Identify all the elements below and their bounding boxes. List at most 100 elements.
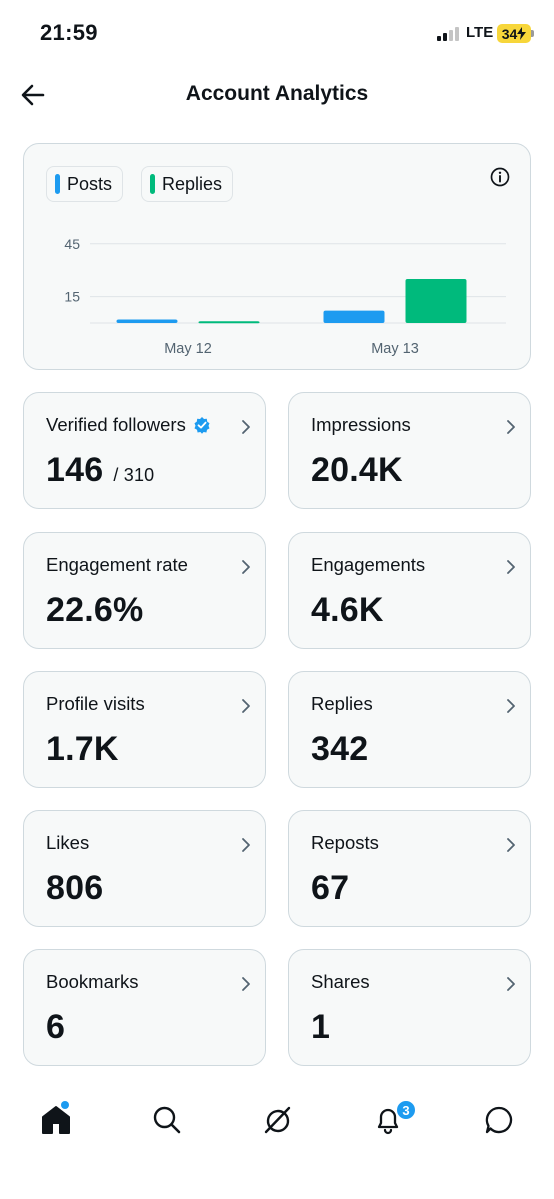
y-tick-label: 45 [64, 236, 80, 252]
stat-value: 20.4K [311, 451, 403, 490]
battery-tip [531, 30, 534, 37]
stat-label: Impressions [311, 414, 411, 436]
legend-replies[interactable]: Replies [141, 166, 234, 202]
stat-value-text: 146 [46, 451, 104, 489]
x-tick-label: May 12 [164, 341, 212, 357]
stat-sub-value: / 310 [113, 465, 155, 485]
stat-card-engagements[interactable]: Engagements 4.6K [288, 532, 531, 649]
stat-value: 146 / 310 [46, 451, 154, 490]
notifications-badge: 3 [395, 1099, 417, 1121]
bottom-nav [0, 1080, 554, 1160]
chevron-right-icon [242, 838, 250, 852]
chevron-right-icon [242, 699, 250, 713]
charging-icon [517, 27, 527, 40]
signal-icon [437, 27, 461, 41]
stat-label-text: Engagements [311, 554, 426, 575]
y-tick-label: 15 [64, 289, 80, 305]
stat-label-text: Bookmarks [46, 971, 139, 992]
chevron-right-icon [242, 560, 250, 574]
replies-swatch [150, 174, 155, 194]
stat-card-replies[interactable]: Replies 342 [288, 671, 531, 788]
stat-label-text: Likes [46, 832, 90, 853]
stat-label-text: Profile visits [46, 693, 145, 714]
stat-value-text: 806 [46, 869, 104, 907]
stat-value: 806 [46, 869, 103, 908]
battery-level: 34 [501, 25, 518, 42]
verified-badge-icon [194, 417, 210, 434]
stat-value-text: 1.7K [46, 730, 119, 768]
status-time: 21:59 [40, 20, 98, 45]
chevron-right-icon [507, 560, 515, 574]
stat-label: Shares [311, 971, 370, 993]
chevron-right-icon [242, 977, 250, 991]
nav-home[interactable] [38, 1102, 74, 1138]
chevron-right-icon [507, 838, 515, 852]
stat-label-text: Reposts [311, 832, 379, 853]
posts-swatch [55, 174, 60, 194]
search-icon [153, 1106, 181, 1134]
chevron-right-icon [507, 420, 515, 434]
stat-value: 67 [311, 869, 349, 908]
stat-label: Engagement rate [46, 554, 188, 576]
x-tick-label: May 13 [371, 341, 419, 357]
stat-card-profile-visits[interactable]: Profile visits 1.7K [23, 671, 266, 788]
stat-card-verified-followers[interactable]: Verified followers 146 / 310 [23, 392, 266, 509]
stat-label: Profile visits [46, 693, 145, 715]
legend-posts[interactable]: Posts [46, 166, 124, 202]
home-icon [42, 1106, 70, 1134]
stat-label: Verified followers [46, 414, 211, 436]
stat-value-text: 67 [311, 869, 350, 907]
stat-label-text: Verified followers [46, 414, 186, 435]
stat-value-text: 4.6K [311, 591, 384, 629]
stat-value-text: 6 [46, 1008, 66, 1046]
stat-value: 6 [46, 1008, 65, 1047]
legend-posts-label: Posts [67, 173, 113, 194]
stat-label: Likes [46, 832, 89, 854]
bar-posts-1[interactable] [323, 310, 385, 323]
bar-chart: 45 15 May 12 May 13 [64, 236, 506, 357]
info-icon[interactable] [489, 166, 511, 188]
status-bar: 21:59 LTE 34 [0, 0, 554, 66]
stat-label-text: Engagement rate [46, 554, 188, 575]
stat-label: Engagements [311, 554, 425, 576]
stat-value: 4.6K [311, 591, 384, 630]
header: Account Analytics [0, 66, 554, 124]
bar-posts-0[interactable] [116, 319, 178, 323]
nav-search[interactable] [149, 1102, 185, 1138]
stat-card-shares[interactable]: Shares 1 [288, 949, 531, 1066]
messages-icon [485, 1106, 513, 1134]
chevron-right-icon [507, 699, 515, 713]
stat-label: Replies [311, 693, 373, 715]
bar-replies-1[interactable] [405, 279, 467, 323]
stat-value: 1.7K [46, 730, 119, 769]
stat-value-text: 22.6% [46, 591, 144, 629]
stat-label-text: Replies [311, 693, 373, 714]
stat-value-text: 1 [311, 1008, 331, 1046]
stat-card-bookmarks[interactable]: Bookmarks 6 [23, 949, 266, 1066]
bar-replies-0[interactable] [198, 321, 260, 324]
stat-value: 1 [311, 1008, 330, 1047]
nav-messages[interactable] [481, 1102, 517, 1138]
battery-icon: 34 [497, 24, 531, 43]
stat-value: 342 [311, 730, 368, 769]
network-type: LTE [466, 24, 494, 41]
stat-value-text: 20.4K [311, 451, 403, 489]
stat-card-reposts[interactable]: Reposts 67 [288, 810, 531, 927]
stat-card-likes[interactable]: Likes 806 [23, 810, 266, 927]
stat-value: 22.6% [46, 591, 143, 630]
chart-card: Posts Replies 45 15 May 12 May 13 [23, 143, 531, 370]
stat-label-text: Impressions [311, 414, 411, 435]
page-title: Account Analytics [185, 82, 369, 105]
legend-replies-label: Replies [162, 173, 223, 194]
nav-grok[interactable] [259, 1102, 295, 1138]
chevron-right-icon [507, 977, 515, 991]
stat-label-text: Shares [311, 971, 370, 992]
grok-icon [264, 1106, 291, 1134]
stat-label: Bookmarks [46, 971, 139, 993]
stat-label: Reposts [311, 832, 379, 854]
stat-value-text: 342 [311, 730, 369, 768]
stat-card-engagement-rate[interactable]: Engagement rate 22.6% [23, 532, 266, 649]
home-unread-dot [61, 1101, 69, 1109]
chevron-right-icon [242, 420, 250, 434]
stat-card-impressions[interactable]: Impressions 20.4K [288, 392, 531, 509]
